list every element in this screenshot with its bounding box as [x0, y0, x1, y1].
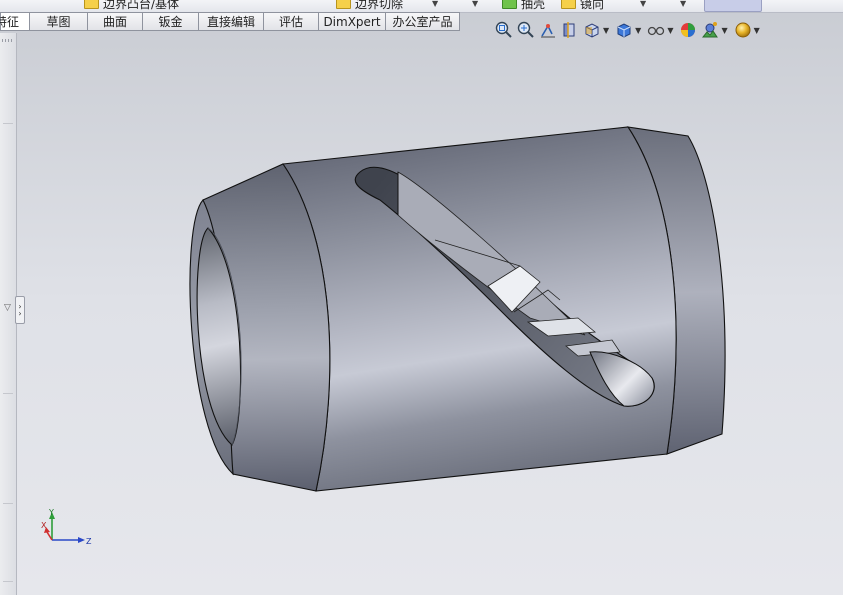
- cylinder-body-face[interactable]: [282, 126, 677, 492]
- y-axis-label: Y: [48, 508, 54, 517]
- coordinate-triad: Y Z X: [41, 508, 92, 546]
- z-arrow-icon: [78, 537, 85, 543]
- 3d-model-viewport[interactable]: [0, 0, 843, 595]
- z-axis-label: Z: [86, 537, 92, 546]
- x-axis-label: X: [41, 521, 47, 530]
